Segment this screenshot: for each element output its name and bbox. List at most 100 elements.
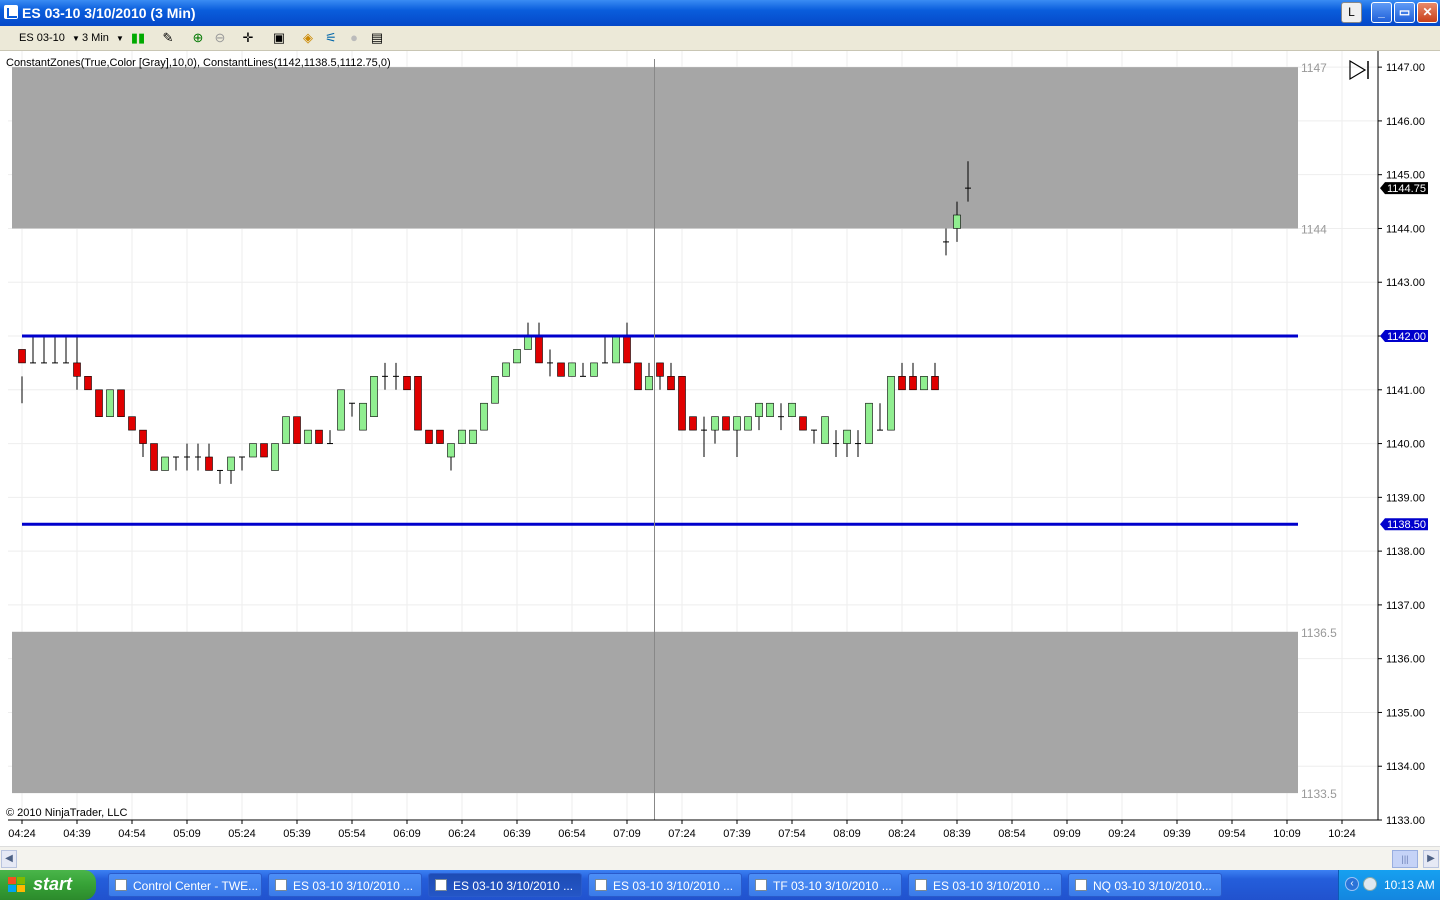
zoom-in-icon[interactable]: ⊕	[190, 30, 206, 46]
minimize-button[interactable]: _	[1371, 2, 1392, 23]
start-button[interactable]: start	[0, 870, 96, 900]
candle-body	[920, 376, 928, 391]
candle	[30, 336, 36, 364]
candle-body	[139, 429, 147, 444]
maximize-button[interactable]: ▭	[1394, 2, 1415, 23]
candle	[623, 322, 631, 364]
taskbar-task-1[interactable]: ES 03-10 3/10/2010 ...	[268, 873, 422, 897]
zone-bottom-label: 1133.5	[1301, 787, 1337, 801]
candle	[491, 376, 499, 404]
candle	[547, 349, 553, 377]
candle	[590, 362, 598, 377]
chart-style-icon[interactable]: ▮▮	[130, 30, 146, 46]
indicator-label: ConstantZones(True,Color [Gray],10,0), C…	[6, 57, 391, 69]
scroll-to-end-icon[interactable]	[1348, 59, 1372, 81]
candle-body	[799, 416, 807, 431]
taskbar-task-label: ES 03-10 3/10/2010 ...	[613, 879, 734, 893]
taskbar-task-4[interactable]: TF 03-10 3/10/2010 ...	[748, 873, 902, 897]
chart-window-icon	[275, 879, 287, 891]
x-tick-label: 08:39	[943, 828, 971, 840]
candle-body	[766, 402, 774, 417]
candle-body	[249, 443, 257, 458]
candle	[315, 429, 323, 444]
instrument-selector[interactable]: ES 03-10 ▼	[19, 30, 80, 46]
candle-body	[117, 389, 125, 417]
candle	[821, 416, 829, 444]
candle	[909, 362, 917, 391]
candle-body	[843, 429, 851, 444]
scroll-thumb[interactable]: |||	[1392, 850, 1418, 868]
scroll-right-icon[interactable]: ▶	[1423, 850, 1439, 868]
candle-body	[689, 416, 697, 431]
candle	[711, 416, 719, 444]
taskbar-task-3[interactable]: ES 03-10 3/10/2010 ...	[588, 873, 742, 897]
taskbar-task-0[interactable]: Control Center - TWE...	[108, 873, 262, 897]
network-icon[interactable]	[1363, 877, 1377, 891]
candle	[535, 322, 543, 364]
candle-body	[733, 416, 741, 431]
candle	[833, 430, 839, 458]
chart-toolbar: ES 03-10 ▼ 3 Min ▼ ▮▮ ✎ ⊕ ⊖ ✛ ▣ ◈ ⚟ ● ▤	[0, 26, 1440, 51]
chart-trader-icon[interactable]: ▤	[369, 30, 385, 46]
properties-icon[interactable]: ▣	[271, 30, 287, 46]
candle	[95, 389, 103, 417]
candle-body	[161, 456, 169, 471]
candle	[139, 429, 147, 458]
x-tick-label: 09:54	[1218, 828, 1246, 840]
y-tick-label: 1145.00	[1386, 170, 1425, 182]
y-tick-label: 1140.00	[1386, 439, 1425, 451]
candle-body	[623, 335, 631, 364]
candle-body	[425, 429, 433, 444]
chart-app-icon	[4, 5, 18, 19]
zone-bottom-label: 1144	[1301, 222, 1327, 236]
candle-body	[480, 402, 488, 431]
scroll-left-icon[interactable]: ◀	[1, 850, 17, 868]
taskbar-task-5[interactable]: ES 03-10 3/10/2010 ...	[908, 873, 1062, 897]
candle	[744, 416, 752, 431]
data-box-icon[interactable]: ◈	[300, 30, 316, 46]
horizontal-scrollbar[interactable]: ◀ ||| ▶	[0, 846, 1440, 871]
candle-body	[788, 402, 796, 417]
taskbar-task-label: ES 03-10 3/10/2010 ...	[293, 879, 414, 893]
candle-body	[359, 402, 367, 431]
price-chart[interactable]: 1147 1144 1136.5 1133.5 1147.00 1146.00 1145.…	[0, 51, 1440, 846]
taskbar-task-2[interactable]: ES 03-10 3/10/2010 ...	[428, 873, 582, 897]
close-button[interactable]: ✕	[1417, 2, 1438, 23]
interval-selector[interactable]: 3 Min ▼	[82, 30, 124, 46]
zoom-out-icon[interactable]: ⊖	[212, 30, 228, 46]
link-button[interactable]: L	[1341, 2, 1362, 23]
candle	[403, 376, 411, 391]
candle	[843, 429, 851, 458]
chevron-down-icon: ▼	[71, 34, 80, 43]
chart-area[interactable]: 1147 1144 1136.5 1133.5 1147.00 1146.00 1145.…	[0, 51, 1440, 846]
x-tick-label: 07:09	[613, 828, 641, 840]
candle	[436, 429, 444, 444]
candle-body	[909, 376, 917, 391]
taskbar-task-6[interactable]: NQ 03-10 3/10/2010...	[1068, 873, 1222, 897]
candle	[887, 376, 895, 431]
candle	[568, 362, 576, 377]
chart-window-icon	[435, 879, 447, 891]
crosshair-icon[interactable]: ✛	[240, 30, 256, 46]
candle	[227, 456, 235, 484]
draw-pen-icon[interactable]: ✎	[160, 30, 176, 46]
last-price-marker: 1144.75	[1380, 182, 1428, 195]
candle	[41, 336, 47, 364]
candle	[293, 416, 301, 444]
candle	[393, 362, 399, 390]
y-tick-label: 1138.00	[1386, 546, 1425, 558]
candle-body	[95, 389, 103, 417]
candle	[327, 430, 333, 445]
chevron-down-icon: ▼	[115, 34, 124, 43]
chevron-left-icon[interactable]: ‹	[1345, 877, 1359, 891]
candle	[634, 362, 642, 391]
candle-body	[634, 362, 642, 391]
candle-body	[953, 214, 961, 229]
indicators-icon[interactable]: ⚟	[323, 30, 339, 46]
chart-window-icon	[755, 879, 767, 891]
candle	[205, 443, 213, 471]
x-tick-label: 09:39	[1163, 828, 1191, 840]
candle-body	[931, 376, 939, 391]
candle-body	[667, 376, 675, 391]
strategy-icon[interactable]: ●	[346, 30, 362, 46]
